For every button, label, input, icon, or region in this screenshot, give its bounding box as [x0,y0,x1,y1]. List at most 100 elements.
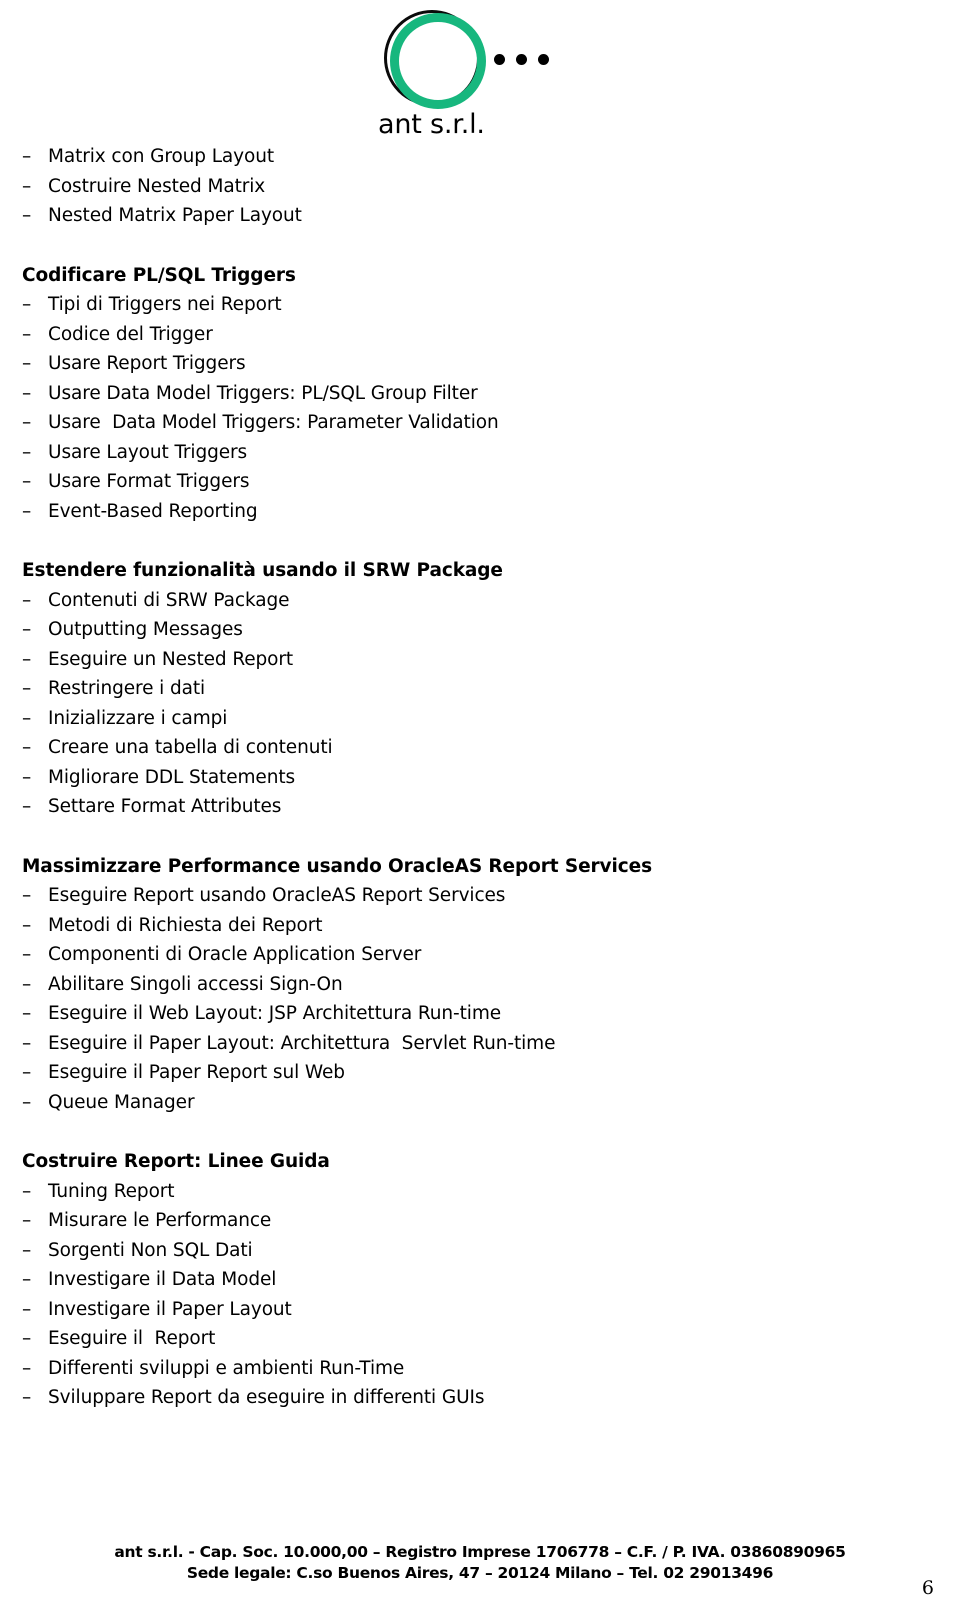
bullet-dash-icon: – [22,619,32,640]
section-bullet-list: – Contenuti di SRW Package – Outputting Mes… [22,586,922,822]
list-item-label: Sorgenti Non SQL Dati [48,1239,253,1261]
bullet-dash-icon: – [22,1298,32,1320]
section-bullet-list: – Tipi di Triggers nei Report – Codice del … [22,290,922,526]
bullet-dash-icon: – [22,973,32,995]
logo-company-name: ant s.r.l. [378,109,485,140]
bullet-dash-icon: – [22,1387,32,1408]
document-section: Massimizzare Performance usando OracleAS… [22,852,922,1118]
list-item-label: Eseguire il Paper Report sul Web [48,1062,345,1083]
bullet-dash-icon: – [22,1210,32,1231]
list-item-label: Componenti di Oracle Application Server [48,944,422,965]
list-item: – Tuning Report [22,1177,922,1207]
list-item: – Componenti di Oracle Application Server [22,940,922,970]
list-item: – Eseguire il Web Layout: JSP Architettur… [22,999,922,1029]
list-item-label: Queue Manager [48,1091,195,1113]
bullet-dash-icon: – [22,1091,32,1113]
list-item-label: Eseguire un Nested Report [48,648,294,670]
list-item: – Investigare il Data Model [22,1265,922,1295]
list-item-label: Metodi di Richiesta dei Report [48,914,323,936]
list-item: – Eseguire il Report [22,1324,922,1354]
list-item: – Eseguire il Paper Report sul Web [22,1058,922,1088]
intro-bullet-list: – Matrix con Group Layout – Costruire Neste… [22,142,922,231]
list-item: – Contenuti di SRW Package [22,586,922,616]
section-heading: Codificare PL/SQL Triggers [22,264,296,286]
section-heading: Estendere funzionalità usando il SRW Pac… [22,560,503,581]
bullet-dash-icon: – [22,707,32,729]
footer-line-1: ant s.r.l. - Cap. Soc. 10.000,00 – Regis… [114,1543,846,1561]
document-section: Estendere funzionalità usando il SRW Pac… [22,556,922,822]
list-item: – Settare Format Attributes [22,792,922,822]
list-item: – Sorgenti Non SQL Dati [22,1236,922,1266]
dot-3-icon [538,54,549,65]
list-item: – Metodi di Richiesta dei Report [22,911,922,941]
list-item: – Usare Format Triggers [22,467,922,497]
circle-outline-green-icon [390,13,486,109]
list-item-label: Investigare il Data Model [48,1269,277,1290]
bullet-dash-icon: – [22,589,32,611]
list-item-label: Matrix con Group Layout [48,146,275,167]
bullet-dash-icon: – [22,500,32,522]
list-item: – Usare Data Model Triggers: PL/SQL Group… [22,379,922,409]
bullet-dash-icon: – [22,323,32,345]
bullet-dash-icon: – [22,1328,32,1349]
list-item: – Usare Layout Triggers [22,438,922,468]
bullet-dash-icon: – [22,1003,32,1024]
list-item-label: Usare Format Triggers [48,471,250,492]
bullet-dash-icon: – [22,766,32,788]
list-item-label: Eseguire il Web Layout: JSP Architettura… [48,1003,502,1024]
list-item-label: Creare una tabella di contenuti [48,737,333,758]
list-item-label: Usare Layout Triggers [48,441,248,463]
bullet-dash-icon: – [22,1180,32,1202]
footer-line-2: Sede legale: C.so Buenos Aires, 47 – 201… [186,1564,774,1582]
list-item: – Abilitare Singoli accessi Sign-On [22,970,922,1000]
list-item-label: Restringere i dati [48,678,206,699]
dot-1-icon [494,54,505,65]
list-item: – Tipi di Triggers nei Report [22,290,922,320]
list-item: – Differenti sviluppi e ambienti Run-Time [22,1354,922,1384]
list-item-label: Investigare il Paper Layout [48,1298,292,1320]
list-item-label: Eseguire Report usando OracleAS Report S… [48,885,506,906]
page-footer: ant s.r.l. - Cap. Soc. 10.000,00 – Regis… [0,1542,960,1584]
document-page: ant s.r.l. – Matrix con Group Layout – Cost… [0,0,960,1618]
dot-2-icon [516,54,527,65]
list-item-label: Outputting Messages [48,619,243,640]
list-item-label: Abilitare Singoli accessi Sign-On [48,973,343,995]
bullet-dash-icon: – [22,648,32,670]
bullet-dash-icon: – [22,1062,32,1083]
document-content: – Matrix con Group Layout – Costruire Neste… [22,142,922,1413]
list-item: – Costruire Nested Matrix [22,172,922,202]
list-item: – Restringere i dati [22,674,922,704]
list-item: – Inizializzare i campi [22,704,922,734]
bullet-dash-icon: – [22,294,32,315]
sections-container: Codificare PL/SQL Triggers – Tipi di Trigg… [22,231,922,1413]
list-item: – Usare Data Model Triggers: Parameter Va… [22,408,922,438]
list-item: – Eseguire il Paper Layout: Architettura … [22,1029,922,1059]
section-bullet-list: – Tuning Report – Misurare le Performance – S… [22,1177,922,1413]
list-item-label: Migliorare DDL Statements [48,766,296,788]
bullet-dash-icon: – [22,441,32,463]
list-item: – Outputting Messages [22,615,922,645]
bullet-dash-icon: – [22,412,32,433]
list-item: – Eseguire Report usando OracleAS Report … [22,881,922,911]
page-number: 6 [921,1577,934,1599]
list-item-label: Tipi di Triggers nei Report [48,294,282,315]
list-item-label: Event-Based Reporting [48,500,258,522]
bullet-dash-icon: – [22,146,32,167]
list-item-label: Usare Data Model Triggers: Parameter Val… [48,412,499,433]
bullet-dash-icon: – [22,1239,32,1261]
bullet-dash-icon: – [22,737,32,758]
list-item-label: Nested Matrix Paper Layout [48,205,302,226]
list-item: – Sviluppare Report da eseguire in differ… [22,1383,922,1413]
list-item: – Creare una tabella di contenuti [22,733,922,763]
list-item-label: Inizializzare i campi [48,707,228,729]
document-section: Costruire Report: Linee Guida – Tuning Rep… [22,1147,922,1413]
list-item: – Migliorare DDL Statements [22,763,922,793]
bullet-dash-icon: – [22,175,32,197]
list-item: – Investigare il Paper Layout [22,1295,922,1325]
bullet-dash-icon: – [22,382,32,404]
bullet-dash-icon: – [22,1357,32,1379]
company-logo: ant s.r.l. [378,6,598,140]
